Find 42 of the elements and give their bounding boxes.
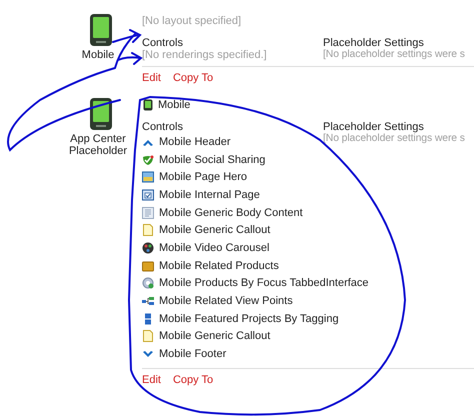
edit-link[interactable]: Edit (142, 72, 161, 84)
hierarchy-icon (142, 295, 154, 308)
document-icon (142, 206, 154, 219)
placeholder-settings-heading: Placeholder Settings (323, 121, 425, 133)
rendering-item: Mobile Related Products (159, 260, 279, 272)
phone-icon (142, 99, 154, 111)
rendering-item: Mobile Featured Projects By Tagging (159, 312, 339, 325)
controls-heading: Controls (142, 121, 184, 133)
stacked-blocks-icon (142, 312, 154, 325)
layout-text: Mobile (158, 99, 190, 111)
rendering-item: Mobile Generic Body Content (159, 206, 303, 219)
picture-icon (142, 171, 154, 184)
placeholder-settings-text: [No placeholder settings were s (323, 49, 466, 60)
note-icon (142, 224, 154, 236)
rendering-item: Mobile Generic Callout (159, 224, 270, 236)
controls-heading: Controls (142, 37, 184, 49)
film-reel-icon (142, 242, 154, 254)
rendering-item: Mobile Social Sharing (159, 154, 266, 166)
placeholder-settings-text: [No placeholder settings were s (323, 133, 466, 144)
copy-to-link[interactable]: Copy To (172, 72, 214, 84)
rendering-item: Mobile Generic Callout (159, 330, 270, 342)
rendering-item: Mobile Footer (159, 348, 226, 360)
copy-to-link[interactable]: Copy To (172, 374, 214, 386)
phone-icon (89, 97, 113, 131)
rendering-item: Mobile Internal Page (159, 188, 260, 201)
window-icon (142, 188, 154, 201)
note-icon (142, 330, 154, 342)
edit-link[interactable]: Edit (142, 374, 161, 386)
empty-renderings-text: [No renderings specified.] (142, 49, 268, 61)
placeholder-settings-heading: Placeholder Settings (323, 37, 425, 49)
folder-icon (142, 260, 154, 272)
rendering-item: Mobile Products By Focus TabbedInterface (159, 277, 369, 290)
device-label: App Center Placeholder (68, 133, 128, 157)
device-label: Mobile (80, 49, 116, 61)
rendering-item: Mobile Header (159, 136, 231, 148)
rendering-item: Mobile Video Carousel (159, 242, 270, 254)
rendering-item: Mobile Related View Points (159, 295, 293, 308)
rendering-item: Mobile Page Hero (159, 171, 248, 184)
gear-icon (142, 277, 154, 290)
layout-text: [No layout specified] (142, 15, 242, 27)
phone-icon (89, 13, 113, 47)
shield-check-icon (142, 154, 154, 166)
